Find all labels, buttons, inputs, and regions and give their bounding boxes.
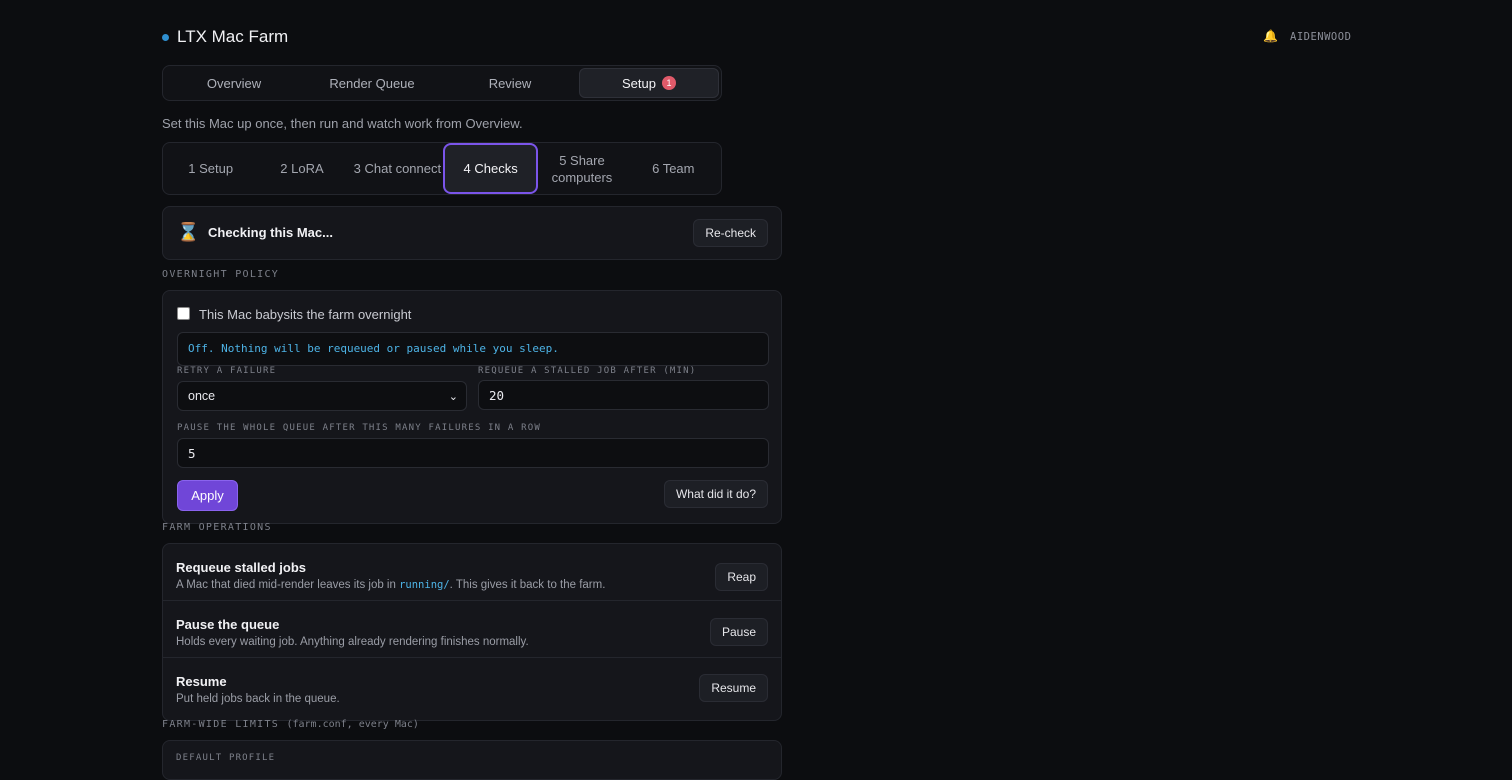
operation-row: Resume Put held jobs back in the queue. … <box>163 658 781 715</box>
chevron-down-icon: ⌄ <box>448 391 458 403</box>
step-setup[interactable]: 1 Setup <box>165 145 256 192</box>
retry-label: RETRY A FAILURE <box>177 366 277 376</box>
babysit-checkbox-label[interactable]: This Mac babysits the farm overnight <box>199 307 411 322</box>
main-tabs: Overview Render Queue Review Setup 1 <box>162 65 722 101</box>
requeue-label: REQUEUE A STALLED JOB AFTER (MIN) <box>478 366 697 376</box>
what-did-it-do-button[interactable]: What did it do? <box>663 480 768 508</box>
limits-label-text: FARM-WIDE LIMITS <box>162 719 280 730</box>
apply-button[interactable]: Apply <box>177 480 238 511</box>
status-dot <box>162 34 169 41</box>
operation-row: Pause the queue Holds every waiting job.… <box>163 601 781 658</box>
check-panel: ⌛ Checking this Mac... Re-check <box>162 206 782 260</box>
step-checks[interactable]: 4 Checks <box>444 145 537 192</box>
overnight-section-label: OVERNIGHT POLICY <box>162 269 280 280</box>
step-lora[interactable]: 2 LoRA <box>256 145 347 192</box>
tab-label: Review <box>488 75 532 91</box>
operation-title: Requeue stalled jobs <box>176 560 307 575</box>
tab-label: Overview <box>206 75 262 91</box>
step-label: 1 Setup <box>188 161 234 176</box>
step-team[interactable]: 6 Team <box>628 145 719 192</box>
limits-hint: (farm.conf, every Mac) <box>286 719 419 730</box>
desc-text: A Mac that died mid-render leaves its jo… <box>176 579 400 591</box>
pause-failures-input[interactable]: 5 <box>177 438 769 468</box>
default-profile-label: DEFAULT PROFILE <box>176 753 276 763</box>
step-share-computers[interactable]: 5 Share computers <box>536 145 627 192</box>
step-chat-connect[interactable]: 3 Chat connect <box>348 145 445 192</box>
desc-text: . This gives it back to the farm. <box>449 579 606 591</box>
setup-stepper: 1 Setup 2 LoRA 3 Chat connect 4 Checks 5… <box>162 142 722 195</box>
tab-label: Setup <box>622 75 656 91</box>
operation-description: A Mac that died mid-render leaves its jo… <box>176 579 605 591</box>
desc-code: running/ <box>399 579 450 591</box>
operation-title: Pause the queue <box>176 617 280 632</box>
pause-label: PAUSE THE WHOLE QUEUE AFTER THIS MANY FA… <box>177 423 542 433</box>
limits-panel: DEFAULT PROFILE <box>162 740 782 780</box>
operations-section-label: FARM OPERATIONS <box>162 522 272 533</box>
tab-review[interactable]: Review <box>441 68 579 98</box>
tab-setup[interactable]: Setup 1 <box>579 68 719 98</box>
resume-button[interactable]: Resume <box>699 674 768 702</box>
step-label: 6 Team <box>652 161 695 176</box>
retry-value: once <box>188 389 216 403</box>
tab-render-queue[interactable]: Render Queue <box>303 68 441 98</box>
tab-overview[interactable]: Overview <box>165 68 303 98</box>
reap-button[interactable]: Reap <box>715 563 768 591</box>
babysit-checkbox[interactable] <box>177 307 190 320</box>
check-status: Checking this Mac... <box>208 225 333 240</box>
page-subtitle: Set this Mac up once, then run and watch… <box>162 116 523 131</box>
operation-description: Put held jobs back in the queue. <box>176 693 340 705</box>
retry-select[interactable]: once ⌄ <box>177 381 467 411</box>
step-label: 4 Checks <box>463 161 518 176</box>
tab-label: Render Queue <box>329 75 415 91</box>
requeue-minutes-input[interactable]: 20 <box>478 380 769 410</box>
bell-icon[interactable]: 🔔 <box>1263 29 1278 43</box>
step-label: 2 LoRA <box>280 161 324 176</box>
operations-panel: Requeue stalled jobs A Mac that died mid… <box>162 543 782 721</box>
operation-title: Resume <box>176 674 227 689</box>
app-title: LTX Mac Farm <box>177 27 289 46</box>
user-name[interactable]: AIDENWOOD <box>1290 31 1351 43</box>
pause-button[interactable]: Pause <box>709 618 768 646</box>
step-label: 5 Share computers <box>551 152 613 185</box>
recheck-button[interactable]: Re-check <box>693 219 768 247</box>
hourglass-icon: ⌛ <box>177 222 200 242</box>
step-label: 3 Chat connect <box>353 161 442 176</box>
operation-description: Holds every waiting job. Anything alread… <box>176 636 529 648</box>
overnight-panel: This Mac babysits the farm overnight Off… <box>162 290 782 524</box>
policy-status-note: Off. Nothing will be requeued or paused … <box>177 332 769 366</box>
setup-badge: 1 <box>661 76 676 90</box>
limits-section-label: FARM-WIDE LIMITS (farm.conf, every Mac) <box>162 719 419 730</box>
operation-row: Requeue stalled jobs A Mac that died mid… <box>163 544 781 601</box>
